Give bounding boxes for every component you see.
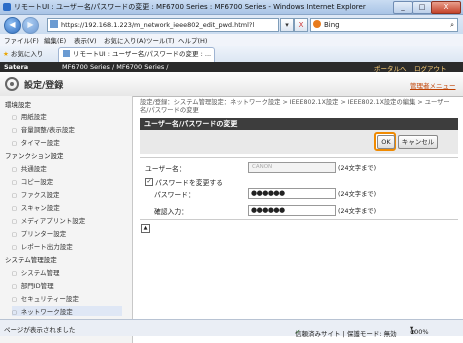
panel-header: ユーザー名/パスワードの変更 [140,118,458,130]
forward-button[interactable]: ▶ [22,17,39,34]
confirm-label: 確認入力： [154,208,188,216]
confirm-row: 確認入力： ●●●●●● (24文字まで) [140,205,458,217]
window-title: リモートUI : ユーザー名/パスワードの変更 : MF6700 Series … [14,3,366,11]
search-placeholder: Bing [324,21,340,29]
gear-icon [5,77,19,91]
change-password-checkbox[interactable]: ✓ [145,178,153,186]
sidebar-item-scan[interactable]: スキャン設定 [12,202,60,212]
favorites-bar: ★ お気に入り リモートUI : ユーザー名/パスワードの変更 : ... [0,46,463,63]
menu-help[interactable]: ヘルプ(H) [178,35,207,45]
sidebar: 環境設定 用紙設定 音量調整/表示設定 タイマー設定 ファンクション設定 共通設… [0,96,133,343]
browser-tab[interactable]: リモートUI : ユーザー名/パスワードの変更 : ... [58,47,215,62]
stop-button[interactable]: X [294,18,308,32]
sidebar-item-volume[interactable]: 音量調整/表示設定 [12,124,75,134]
change-password-row: ✓ パスワードを変更する [140,176,458,188]
section-header: 設定/登録 管理者メニュー [0,72,463,97]
star-icon: ★ [3,50,9,58]
change-password-label: パスワードを変更する [155,179,223,187]
url-text: https://192.168.1.223/m_network_ieee802_… [61,21,255,29]
cancel-button[interactable]: キャンセル [398,135,438,149]
menu-tools[interactable]: ツール(T) [146,35,175,45]
password-label: パスワード： [154,191,195,199]
divider [140,219,458,220]
bing-icon [313,20,321,28]
back-button[interactable]: ◀ [4,17,21,34]
page-top-icon[interactable]: ▲ [141,224,150,233]
maximize-button[interactable]: □ [412,1,432,14]
close-window-button[interactable]: X [431,1,461,14]
minimize-button[interactable]: _ [393,1,413,14]
sidebar-heading-function: ファンクション設定 [5,152,64,160]
sidebar-item-network[interactable]: ネットワーク設定 [12,306,122,316]
username-label: ユーザー名： [145,165,186,173]
tab-label: リモートUI : ユーザー名/パスワードの変更 : ... [73,50,212,58]
window-title-bar: リモートUI : ユーザー名/パスワードの変更 : MF6700 Series … [0,0,463,15]
divider [140,157,458,158]
username-row: ユーザー名： CANON (24文字まで) [140,162,458,174]
app-header: Satera MF6700 Series / MF6700 Series / ポ… [0,62,463,73]
username-field[interactable]: CANON [248,162,336,173]
search-input[interactable]: Bing ⌕ [310,18,458,32]
sidebar-item-report[interactable]: レポート出力設定 [12,241,73,251]
status-text: ページが表示されました [4,326,76,334]
confirm-hint: (24文字まで) [338,208,377,215]
sidebar-item-timer[interactable]: タイマー設定 [12,137,60,147]
address-toolbar: ◀ ▶ https://192.168.1.223/m_network_ieee… [0,15,463,34]
breadcrumb: 設定/登録：システム管理設定：ネットワーク設定 > IEEE802.1X設定 >… [140,99,450,114]
status-bar: ページが表示されました ✓ 信頼済みサイト | 保護モード: 無効 ⊕ 100%… [0,319,463,338]
menu-view[interactable]: 表示(V) [74,35,97,45]
dropdown-icon[interactable]: ▾ [280,18,294,32]
username-hint: (24文字まで) [338,165,377,172]
ie-icon [3,3,11,11]
zoom-level[interactable]: ⊕ 100% ▾ [410,324,429,336]
product-label: MF6700 Series / MF6700 Series / [62,63,169,71]
page-icon [63,50,70,57]
sidebar-item-security[interactable]: セキュリティー設定 [12,293,79,303]
sidebar-item-media-print[interactable]: メディアプリント設定 [12,215,86,225]
sidebar-heading-system: システム管理設定 [5,256,57,264]
address-bar[interactable]: https://192.168.1.223/m_network_ieee802_… [47,18,279,32]
search-icon[interactable]: ⌕ [450,19,454,31]
panel-title: ユーザー名/パスワードの変更 [144,120,238,128]
password-row: パスワード： ●●●●●● (24文字まで) [140,188,458,200]
sidebar-item-fax[interactable]: ファクス設定 [12,189,60,199]
sidebar-item-dept-id[interactable]: 部門ID管理 [12,280,54,290]
page-title: 設定/登録 [24,81,64,91]
sidebar-item-copy[interactable]: コピー設定 [12,176,54,186]
ok-highlight: OK [374,132,396,151]
password-field[interactable]: ●●●●●● [248,188,336,199]
page-icon [50,20,58,28]
confirm-field[interactable]: ●●●●●● [248,205,336,216]
password-hint: (24文字まで) [338,191,377,198]
favorites-button[interactable]: ★ お気に入り [3,48,43,58]
menu-favorites[interactable]: お気に入り(A) [104,35,146,45]
sidebar-item-paper[interactable]: 用紙設定 [12,111,47,121]
sidebar-item-common[interactable]: 共通設定 [12,163,47,173]
manager-menu-link[interactable]: 管理者メニュー [410,80,456,90]
brand-label: Satera [4,63,29,71]
ok-button[interactable]: OK [377,135,395,149]
menu-edit[interactable]: 編集(E) [44,35,66,45]
sidebar-heading-env: 環境設定 [5,101,31,109]
sidebar-item-system-mgmt[interactable]: システム管理 [12,267,60,277]
menu-file[interactable]: ファイル(F) [4,35,39,45]
sidebar-item-printer[interactable]: プリンター設定 [12,228,67,238]
